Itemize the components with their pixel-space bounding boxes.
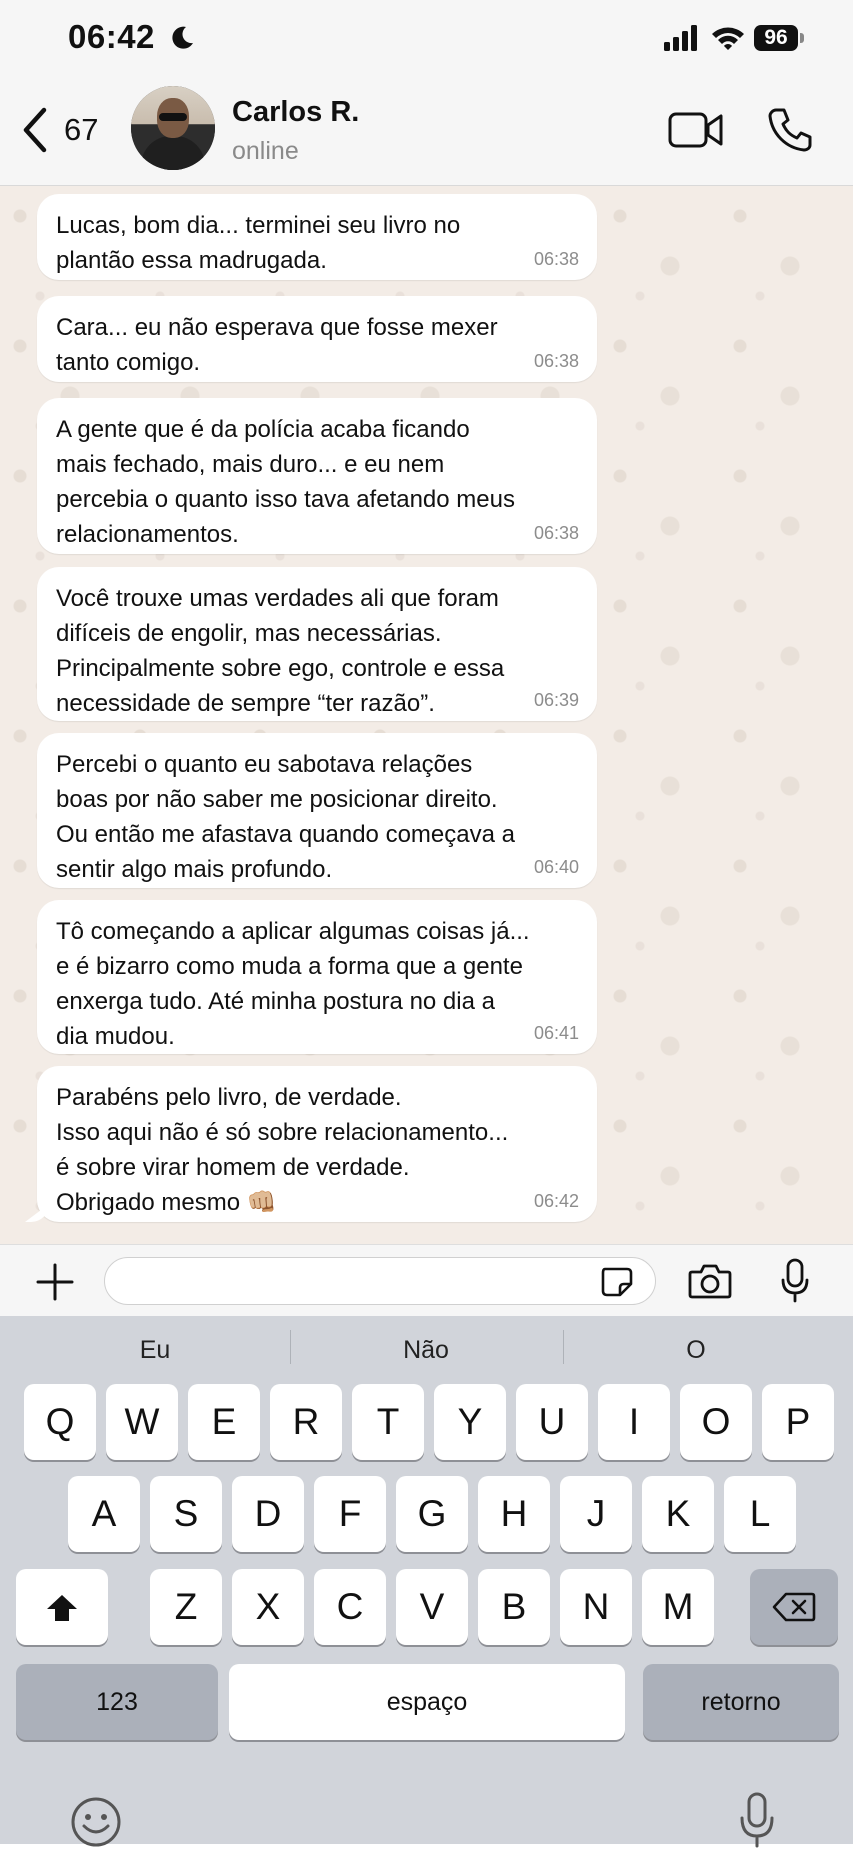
message-input[interactable]	[104, 1257, 656, 1305]
moon-icon	[172, 26, 193, 49]
suggestion-3[interactable]: O	[596, 1336, 796, 1365]
message-time: 06:38	[533, 249, 579, 269]
key-d[interactable]: D	[232, 1476, 304, 1552]
return-key[interactable]: retorno	[643, 1664, 839, 1740]
key-i[interactable]: I	[598, 1384, 670, 1460]
message-time: 06:42	[533, 1191, 579, 1211]
message-text: Percebi o quanto eu sabotava relações bo…	[56, 751, 515, 883]
dictation-icon[interactable]	[738, 1790, 776, 1850]
message-time: 06:39	[533, 690, 579, 710]
emoji-icon[interactable]	[70, 1796, 122, 1848]
suggestion-1[interactable]: Eu	[55, 1336, 255, 1365]
message-text: Parabéns pelo livro, de verdade. Isso aq…	[56, 1084, 509, 1216]
key-x[interactable]: X	[232, 1569, 304, 1645]
key-o[interactable]: O	[680, 1384, 752, 1460]
top-bar: 06:42 96 67 Carlos R. online	[0, 0, 853, 186]
message-bubble[interactable]: Cara... eu não esperava que fosse mexer …	[37, 296, 597, 382]
message-bubble[interactable]: Você trouxe umas verdades ali que foram …	[37, 567, 597, 721]
key-v[interactable]: V	[396, 1569, 468, 1645]
suggestion-2[interactable]: Não	[326, 1336, 526, 1365]
key-m[interactable]: M	[642, 1569, 714, 1645]
key-l[interactable]: L	[724, 1476, 796, 1552]
key-b[interactable]: B	[478, 1569, 550, 1645]
avatar[interactable]	[131, 86, 215, 170]
key-f[interactable]: F	[314, 1476, 386, 1552]
key-z[interactable]: Z	[150, 1569, 222, 1645]
message-text: Você trouxe umas verdades ali que foram …	[56, 585, 505, 717]
key-s[interactable]: S	[150, 1476, 222, 1552]
suggestion-divider	[563, 1330, 564, 1364]
chevron-left-icon[interactable]	[18, 106, 52, 154]
message-time: 06:38	[533, 523, 579, 543]
key-u[interactable]: U	[516, 1384, 588, 1460]
predictive-bar: Eu Não O	[0, 1316, 853, 1384]
message-text: A gente que é da polícia acaba ficando m…	[56, 416, 515, 548]
message-time: 06:40	[533, 857, 579, 877]
microphone-icon[interactable]	[780, 1258, 810, 1304]
unread-count[interactable]: 67	[64, 112, 98, 148]
camera-icon[interactable]	[688, 1262, 732, 1300]
key-p[interactable]: P	[762, 1384, 834, 1460]
message-bubble[interactable]: Lucas, bom dia... terminei seu livro no …	[37, 194, 597, 280]
chat-area[interactable]: Lucas, bom dia... terminei seu livro no …	[0, 186, 853, 1244]
contact-name[interactable]: Carlos R.	[232, 96, 359, 129]
shift-icon	[47, 1595, 77, 1621]
numbers-key[interactable]: 123	[16, 1664, 218, 1740]
key-t[interactable]: T	[352, 1384, 424, 1460]
sticker-icon[interactable]	[600, 1267, 634, 1297]
key-w[interactable]: W	[106, 1384, 178, 1460]
battery-level: 96	[754, 25, 798, 51]
phone-icon[interactable]	[768, 106, 812, 152]
key-j[interactable]: J	[560, 1476, 632, 1552]
message-time: 06:41	[533, 1023, 579, 1043]
space-key[interactable]: espaço	[229, 1664, 625, 1740]
composer-bar	[0, 1244, 853, 1317]
battery-tip	[800, 33, 804, 43]
key-n[interactable]: N	[560, 1569, 632, 1645]
key-c[interactable]: C	[314, 1569, 386, 1645]
message-bubble[interactable]: Percebi o quanto eu sabotava relações bo…	[37, 733, 597, 888]
key-g[interactable]: G	[396, 1476, 468, 1552]
wifi-icon	[712, 27, 744, 50]
key-k[interactable]: K	[642, 1476, 714, 1552]
key-a[interactable]: A	[68, 1476, 140, 1552]
key-q[interactable]: Q	[24, 1384, 96, 1460]
shift-key[interactable]	[16, 1569, 108, 1645]
delete-key[interactable]	[750, 1569, 838, 1645]
video-call-icon[interactable]	[668, 110, 724, 150]
keyboard: Eu Não O Q W E R T Y U I O P A S D F G H…	[0, 1316, 853, 1848]
message-text: Cara... eu não esperava que fosse mexer …	[56, 314, 498, 376]
suggestion-divider	[290, 1330, 291, 1364]
status-time: 06:42	[68, 18, 155, 55]
key-y[interactable]: Y	[434, 1384, 506, 1460]
plus-icon[interactable]	[36, 1263, 74, 1301]
signal-icon	[664, 25, 697, 51]
backspace-icon	[772, 1592, 816, 1622]
presence-status: online	[232, 137, 299, 165]
message-time: 06:38	[533, 351, 579, 371]
key-r[interactable]: R	[270, 1384, 342, 1460]
key-e[interactable]: E	[188, 1384, 260, 1460]
message-bubble[interactable]: A gente que é da polícia acaba ficando m…	[37, 398, 597, 554]
key-h[interactable]: H	[478, 1476, 550, 1552]
message-bubble[interactable]: Tô começando a aplicar algumas coisas já…	[37, 900, 597, 1054]
message-text: Tô começando a aplicar algumas coisas já…	[56, 918, 530, 1050]
message-text: Lucas, bom dia... terminei seu livro no …	[56, 212, 461, 274]
message-bubble[interactable]: Parabéns pelo livro, de verdade. Isso aq…	[37, 1066, 597, 1222]
